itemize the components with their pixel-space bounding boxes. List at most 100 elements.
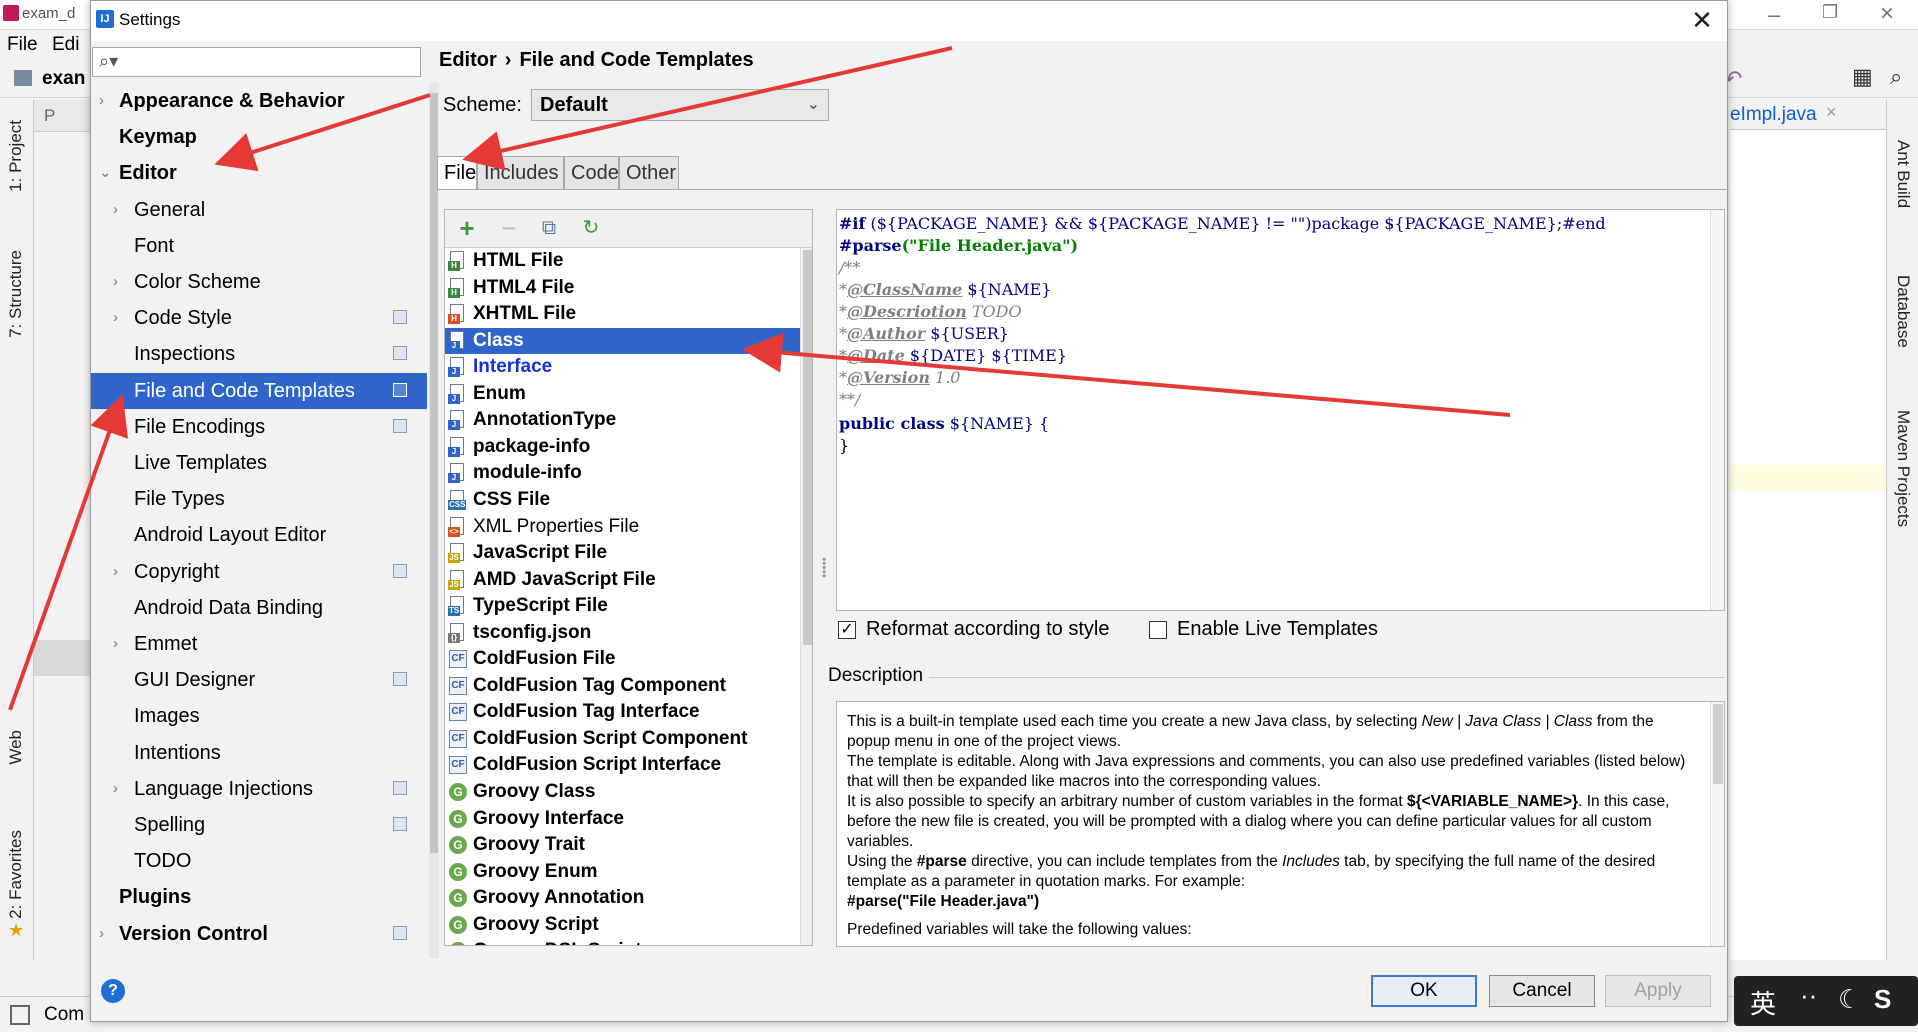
editor-tab-file[interactable]: eImpl.java bbox=[1730, 104, 1817, 126]
splitter-handle[interactable]: ••••• bbox=[817, 557, 831, 578]
project-name[interactable]: exan bbox=[42, 68, 85, 90]
template-item[interactable]: J AnnotationType bbox=[445, 407, 800, 433]
ide-close-icon[interactable]: × bbox=[1880, 0, 1894, 28]
template-item[interactable]: H HTML File bbox=[445, 248, 800, 274]
dialog-close-icon[interactable]: ✕ bbox=[1687, 5, 1717, 35]
chevron-right-icon[interactable]: › bbox=[113, 300, 118, 336]
template-item[interactable]: G Groovy Annotation bbox=[445, 885, 800, 911]
editor-tab-close-icon[interactable]: × bbox=[1826, 102, 1837, 123]
settings-search-input[interactable]: ⌕▾ bbox=[92, 47, 421, 77]
template-list-scrollbar[interactable] bbox=[800, 248, 812, 945]
structure-icon[interactable]: ▦ bbox=[1852, 64, 1873, 90]
menu-edit[interactable]: Edi bbox=[52, 34, 79, 56]
template-item[interactable]: Jpackage-info bbox=[445, 434, 800, 460]
tab-includes[interactable]: Includes bbox=[477, 156, 564, 190]
ime-indicator[interactable]: 英 ·· ☾ S bbox=[1734, 976, 1918, 1026]
tree-item-general[interactable]: › General bbox=[91, 192, 427, 228]
tree-item-todo[interactable]: TODO bbox=[91, 843, 427, 879]
template-item[interactable]: G Groovy Script bbox=[445, 912, 800, 938]
tab-files[interactable]: Files bbox=[437, 156, 486, 190]
template-item[interactable]: G Groovy DSL Script bbox=[445, 938, 800, 945]
template-item[interactable]: CSS CSS File bbox=[445, 487, 800, 513]
breadcrumb-parent[interactable]: Editor bbox=[439, 49, 497, 71]
tab-other[interactable]: Other bbox=[619, 156, 679, 190]
restore-icon[interactable]: ❐ bbox=[1822, 2, 1838, 23]
tree-item-android-data-binding[interactable]: Android Data Binding bbox=[91, 590, 427, 626]
tree-item-file-encodings[interactable]: File Encodings bbox=[91, 409, 427, 445]
tree-item-images[interactable]: Images bbox=[91, 698, 427, 734]
template-item[interactable]: JS AMD JavaScript File bbox=[445, 567, 800, 593]
scheme-dropdown[interactable]: Default ⌄ bbox=[531, 89, 829, 121]
template-item[interactable]: JS JavaScript File bbox=[445, 540, 800, 566]
template-item[interactable]: G Groovy Trait bbox=[445, 832, 800, 858]
cancel-button[interactable]: Cancel bbox=[1489, 975, 1595, 1007]
scrollbar-thumb[interactable] bbox=[1713, 704, 1723, 784]
chevron-right-icon[interactable]: › bbox=[113, 771, 118, 807]
tree-item-android-layout-editor[interactable]: Android Layout Editor bbox=[91, 517, 427, 553]
tree-item-editor[interactable]: ⌄ Editor bbox=[91, 155, 427, 191]
scrollbar-thumb[interactable] bbox=[430, 93, 438, 853]
template-item[interactable]: {} tsconfig.json bbox=[445, 620, 800, 646]
minimize-icon[interactable]: – bbox=[1768, 2, 1780, 28]
checkbox-box[interactable] bbox=[1149, 621, 1167, 639]
tool-ant-build[interactable]: Ant Build bbox=[1893, 140, 1913, 208]
tree-item-copyright[interactable]: › Copyright bbox=[91, 554, 427, 590]
add-template-icon[interactable]: + bbox=[453, 214, 481, 242]
status-toggle-icon[interactable] bbox=[10, 1005, 30, 1025]
tool-project[interactable]: 1: Project bbox=[6, 120, 26, 192]
tool-maven[interactable]: Maven Projects bbox=[1893, 410, 1913, 527]
tree-item-spelling[interactable]: Spelling bbox=[91, 807, 427, 843]
chevron-right-icon[interactable]: › bbox=[113, 626, 118, 662]
apply-button[interactable]: Apply bbox=[1605, 975, 1711, 1007]
chevron-right-icon[interactable]: › bbox=[113, 192, 118, 228]
settings-tree-scrollbar[interactable] bbox=[429, 83, 439, 958]
copy-template-icon[interactable]: ⧉ bbox=[535, 214, 563, 242]
template-item[interactable]: G Groovy Enum bbox=[445, 859, 800, 885]
tool-favorites[interactable]: 2: Favorites bbox=[6, 830, 26, 919]
template-item[interactable]: CF ColdFusion Script Component bbox=[445, 726, 800, 752]
template-item[interactable]: Jmodule-info bbox=[445, 460, 800, 486]
template-item[interactable]: <> XML Properties File bbox=[445, 514, 800, 540]
scrollbar-thumb[interactable] bbox=[803, 250, 812, 645]
template-item[interactable]: CF ColdFusion Tag Component bbox=[445, 673, 800, 699]
tree-item-file-types[interactable]: File Types bbox=[91, 481, 427, 517]
chevron-right-icon[interactable]: › bbox=[99, 916, 104, 952]
template-item[interactable]: CF ColdFusion Script Interface bbox=[445, 752, 800, 778]
ok-button[interactable]: OK bbox=[1371, 975, 1477, 1007]
tree-item-version-control[interactable]: › Version Control bbox=[91, 916, 427, 952]
description-scrollbar[interactable] bbox=[1710, 702, 1724, 946]
tree-item-intentions[interactable]: Intentions bbox=[91, 735, 427, 771]
reset-template-icon[interactable]: ↻ bbox=[577, 214, 605, 242]
template-item[interactable]: CF ColdFusion Tag Interface bbox=[445, 699, 800, 725]
project-panel-tab[interactable]: P bbox=[44, 106, 55, 126]
template-item[interactable]: G Groovy Class bbox=[445, 779, 800, 805]
template-item[interactable]: J Interface bbox=[445, 354, 800, 380]
remove-template-icon[interactable]: − bbox=[495, 214, 523, 242]
editor-scrollbar[interactable] bbox=[1710, 210, 1724, 610]
tree-item-plugins[interactable]: Plugins bbox=[91, 879, 427, 915]
tool-database[interactable]: Database bbox=[1893, 275, 1913, 348]
tree-item-language-injections[interactable]: › Language Injections bbox=[91, 771, 427, 807]
tree-item-appearance-behavior[interactable]: › Appearance & Behavior bbox=[91, 83, 427, 119]
search-everywhere-icon[interactable]: ⌕ bbox=[1890, 64, 1902, 90]
tree-item-keymap[interactable]: Keymap bbox=[91, 119, 427, 155]
template-item[interactable]: TS TypeScript File bbox=[445, 593, 800, 619]
template-item[interactable]: H XHTML File bbox=[445, 301, 800, 327]
tool-structure[interactable]: 7: Structure bbox=[6, 250, 26, 338]
tab-code[interactable]: Code bbox=[564, 156, 619, 190]
tree-item-code-style[interactable]: › Code Style bbox=[91, 300, 427, 336]
tree-item-color-scheme[interactable]: › Color Scheme bbox=[91, 264, 427, 300]
template-item[interactable]: CF ColdFusion File bbox=[445, 646, 800, 672]
tree-item-font[interactable]: Font bbox=[91, 228, 427, 264]
tree-item-emmet[interactable]: › Emmet bbox=[91, 626, 427, 662]
tree-item-gui-designer[interactable]: GUI Designer bbox=[91, 662, 427, 698]
chevron-right-icon[interactable]: › bbox=[113, 554, 118, 590]
chevron-right-icon[interactable]: › bbox=[113, 264, 118, 300]
template-code-editor[interactable]: #if (${PACKAGE_NAME} && ${PACKAGE_NAME} … bbox=[836, 209, 1725, 611]
template-item[interactable]: J Class bbox=[445, 327, 800, 354]
tree-item-inspections[interactable]: Inspections bbox=[91, 336, 427, 372]
checkbox-box[interactable]: ✓ bbox=[838, 621, 856, 639]
tree-item-live-templates[interactable]: Live Templates bbox=[91, 445, 427, 481]
tool-web[interactable]: Web bbox=[6, 730, 26, 765]
template-item[interactable]: H HTML4 File bbox=[445, 275, 800, 301]
